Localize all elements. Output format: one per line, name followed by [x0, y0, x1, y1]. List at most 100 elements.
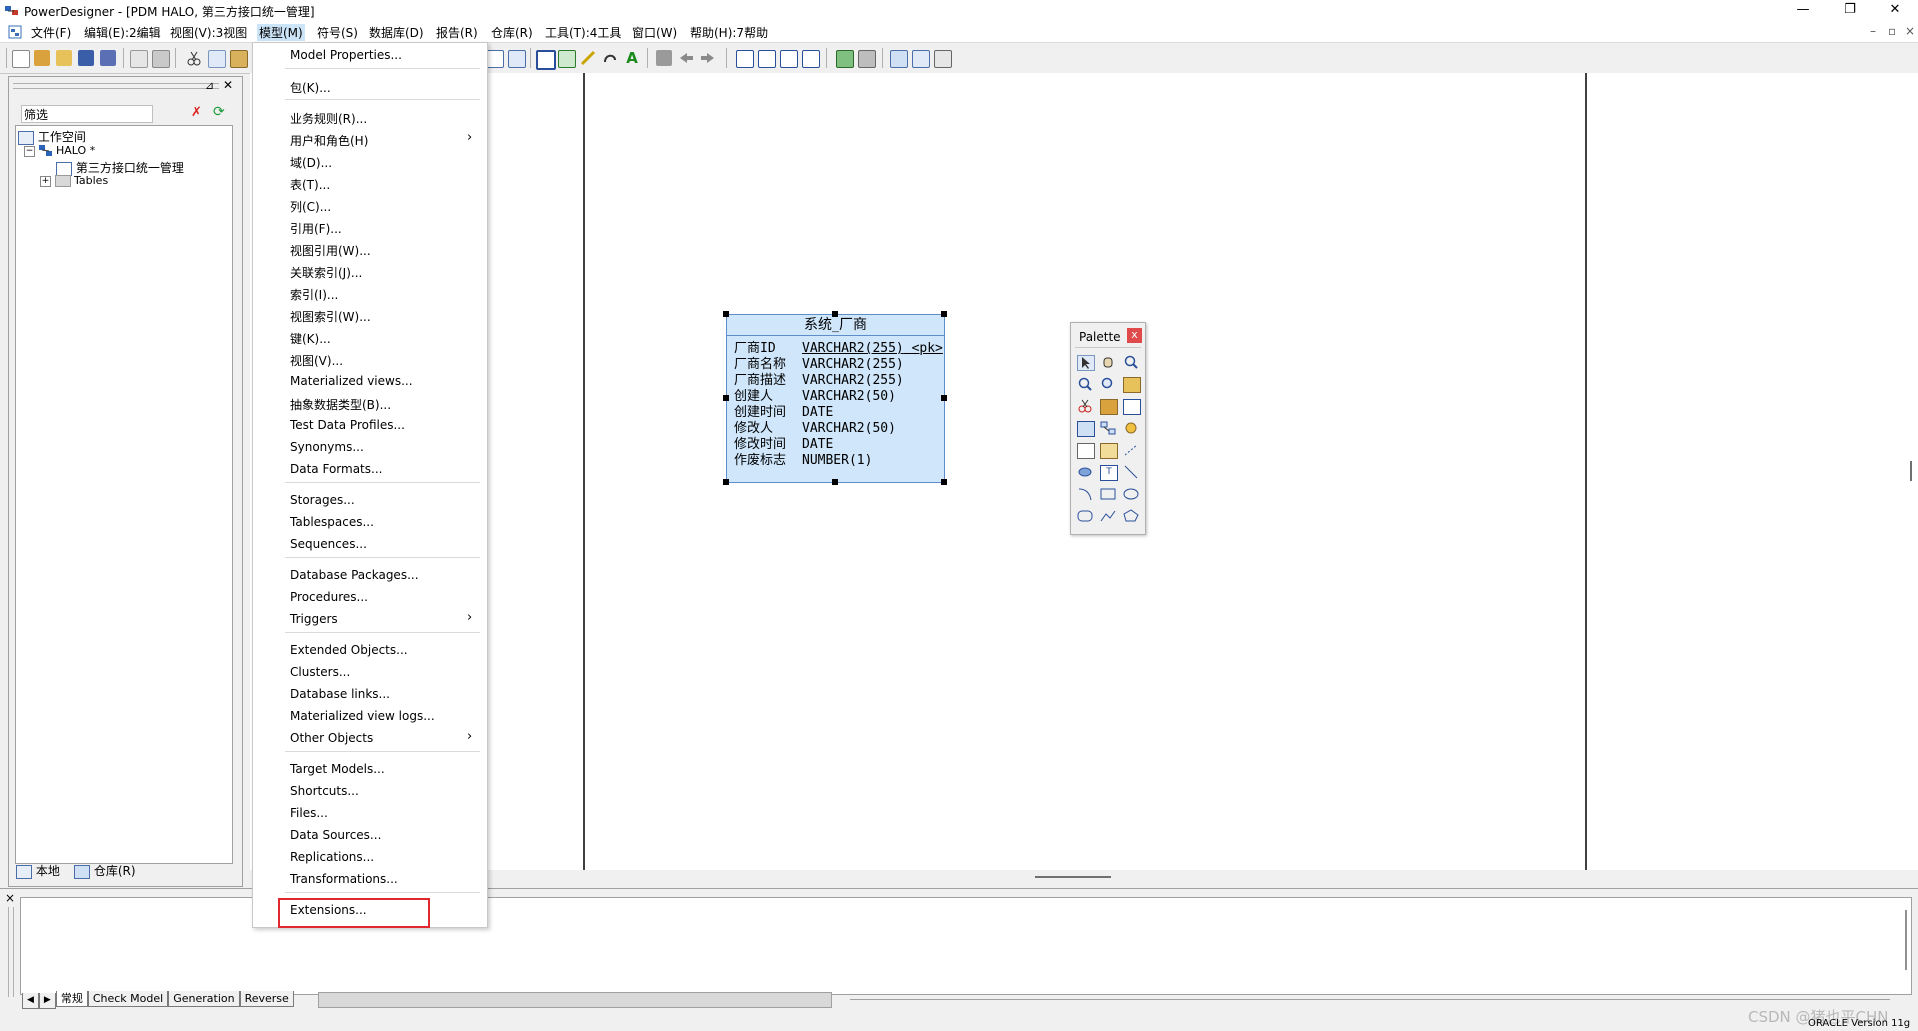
menu-item-columns[interactable]: 列(C)... [290, 198, 331, 215]
file-tool-icon[interactable] [1077, 443, 1095, 459]
refresh-view-icon[interactable] [508, 50, 526, 68]
palette-close-button[interactable]: x [1127, 328, 1142, 343]
polyline-tool-icon[interactable] [1100, 509, 1116, 523]
scissors-icon[interactable] [1077, 399, 1093, 413]
undo-format-icon[interactable] [602, 50, 618, 66]
check-model-icon[interactable] [558, 50, 576, 68]
zoom-fit-icon[interactable] [1100, 377, 1116, 391]
grabber-icon[interactable] [1100, 355, 1116, 369]
rectangle-tool-icon[interactable] [1100, 487, 1116, 501]
zoom-in-icon[interactable] [1123, 355, 1139, 369]
generate-icon[interactable] [836, 50, 854, 68]
menu-item-model-properties[interactable]: Model Properties... [290, 48, 402, 62]
new-model-icon[interactable] [536, 50, 556, 70]
menu-item-indexes[interactable]: 索引(I)... [290, 286, 338, 303]
selection-handle[interactable] [723, 479, 729, 485]
arc-tool-icon[interactable] [1077, 487, 1093, 501]
save-all-icon[interactable] [100, 50, 116, 66]
paste-icon[interactable] [230, 50, 248, 68]
menu-item-users-and-roles[interactable]: 用户和角色(H) [290, 132, 368, 149]
tab-generation[interactable]: Generation [168, 991, 240, 1007]
browser-float-icon[interactable]: ⊿ [205, 79, 214, 92]
font-icon[interactable]: A [624, 50, 640, 66]
menu-item-sequences[interactable]: Sequences... [290, 537, 367, 551]
tab-general[interactable]: 常规 [55, 991, 88, 1007]
output-close-button[interactable]: × [5, 891, 15, 905]
menu-item-references[interactable]: 引用(F)... [290, 220, 342, 237]
menu-item-abstract-data-types[interactable]: 抽象数据类型(B)... [290, 396, 391, 413]
selection-handle[interactable] [723, 395, 729, 401]
tab-reverse[interactable]: Reverse [239, 991, 294, 1007]
selection-handle[interactable] [832, 479, 838, 485]
menu-symbol[interactable]: 符号(S) [315, 24, 360, 41]
menu-item-extended-objects[interactable]: Extended Objects... [290, 643, 408, 657]
menu-item-clusters[interactable]: Clusters... [290, 665, 350, 679]
vertical-scroll-grip[interactable] [1910, 461, 1912, 481]
restore-button[interactable]: ❐ [1827, 0, 1873, 22]
menu-item-target-models[interactable]: Target Models... [290, 762, 385, 776]
menu-window[interactable]: 窗口(W) [630, 24, 679, 41]
tab-repository[interactable]: 仓库(R) [74, 862, 136, 879]
menu-item-synonyms[interactable]: Synonyms... [290, 440, 364, 454]
menu-item-package[interactable]: 包(K)... [290, 79, 331, 96]
back-icon[interactable] [678, 50, 694, 66]
scroll-tabs-left-button[interactable]: ◀ [22, 993, 39, 1009]
selection-handle[interactable] [832, 311, 838, 317]
output-horizontal-scrollbar[interactable] [318, 992, 832, 1008]
print-icon[interactable] [152, 50, 170, 68]
align-right-icon[interactable] [780, 50, 798, 68]
database-tool-icon[interactable] [1077, 465, 1093, 479]
zoom-fit-icon[interactable] [486, 50, 504, 68]
clear-filter-icon[interactable]: ✗ [191, 105, 202, 120]
filter-input[interactable]: 筛选 [21, 105, 153, 123]
polygon-tool-icon[interactable] [1123, 509, 1139, 523]
menu-tools[interactable]: 工具(T):4工具 [543, 24, 623, 41]
mdi-close-button[interactable]: × [1903, 24, 1917, 38]
minimize-button[interactable]: — [1780, 0, 1826, 22]
menu-item-data-formats[interactable]: Data Formats... [290, 462, 382, 476]
menu-item-other-objects[interactable]: Other Objects [290, 731, 373, 745]
menu-item-domains[interactable]: 域(D)... [290, 154, 332, 171]
reverse-icon[interactable] [858, 50, 876, 68]
rounded-rectangle-tool-icon[interactable] [1077, 509, 1093, 523]
menu-edit[interactable]: 编辑(E):2编辑 [82, 24, 163, 41]
menu-item-files[interactable]: Files... [290, 806, 328, 820]
selection-handle[interactable] [941, 311, 947, 317]
menu-item-database-packages[interactable]: Database Packages... [290, 568, 419, 582]
selection-handle[interactable] [941, 479, 947, 485]
mdi-minimize-button[interactable]: – [1868, 24, 1878, 38]
menu-item-storages[interactable]: Storages... [290, 493, 355, 507]
menu-report[interactable]: 报告(R) [434, 24, 480, 41]
menu-item-materialized-view-logs[interactable]: Materialized view logs... [290, 709, 435, 723]
menu-file[interactable]: 文件(F) [29, 24, 73, 41]
open-diagram-icon[interactable] [1123, 377, 1141, 393]
open-project-icon[interactable] [34, 50, 50, 66]
menu-item-shortcuts[interactable]: Shortcuts... [290, 784, 359, 798]
ellipse-tool-icon[interactable] [1123, 487, 1139, 501]
splitter-grip[interactable] [1035, 876, 1111, 878]
open-icon[interactable] [56, 50, 72, 66]
menu-item-business-rules[interactable]: 业务规则(R)... [290, 110, 367, 127]
package-icon[interactable] [1100, 399, 1118, 415]
menu-item-transformations[interactable]: Transformations... [290, 872, 398, 886]
pencil-icon[interactable] [580, 50, 596, 66]
menu-item-keys[interactable]: 键(K)... [290, 330, 331, 347]
pointer-icon[interactable] [1077, 355, 1095, 371]
menu-item-data-sources[interactable]: Data Sources... [290, 828, 381, 842]
menu-item-test-data-profiles[interactable]: Test Data Profiles... [290, 418, 405, 432]
menu-item-triggers[interactable]: Triggers [290, 612, 338, 626]
cut-icon[interactable] [186, 50, 202, 66]
menu-item-replications[interactable]: Replications... [290, 850, 374, 864]
procedure-tool-icon[interactable] [1123, 421, 1139, 435]
browser-toggle-icon[interactable] [890, 50, 908, 68]
output-toggle-icon[interactable] [912, 50, 930, 68]
copy-icon[interactable] [208, 50, 226, 68]
close-window-button[interactable]: ✕ [1872, 0, 1918, 22]
menu-item-view-indexes[interactable]: 视图索引(W)... [290, 308, 371, 325]
print-preview-icon[interactable] [130, 50, 148, 68]
collapse-icon[interactable]: − [24, 145, 35, 157]
menu-item-join-indexes[interactable]: 关联索引(J)... [290, 264, 362, 281]
table-symbol[interactable]: 系统_厂商 厂商ID VARCHAR2(255) <pk> 厂商名称 VARCHAR… [726, 314, 945, 483]
reference-tool-icon[interactable] [1100, 421, 1116, 435]
menu-item-view-references[interactable]: 视图引用(W)... [290, 242, 371, 259]
